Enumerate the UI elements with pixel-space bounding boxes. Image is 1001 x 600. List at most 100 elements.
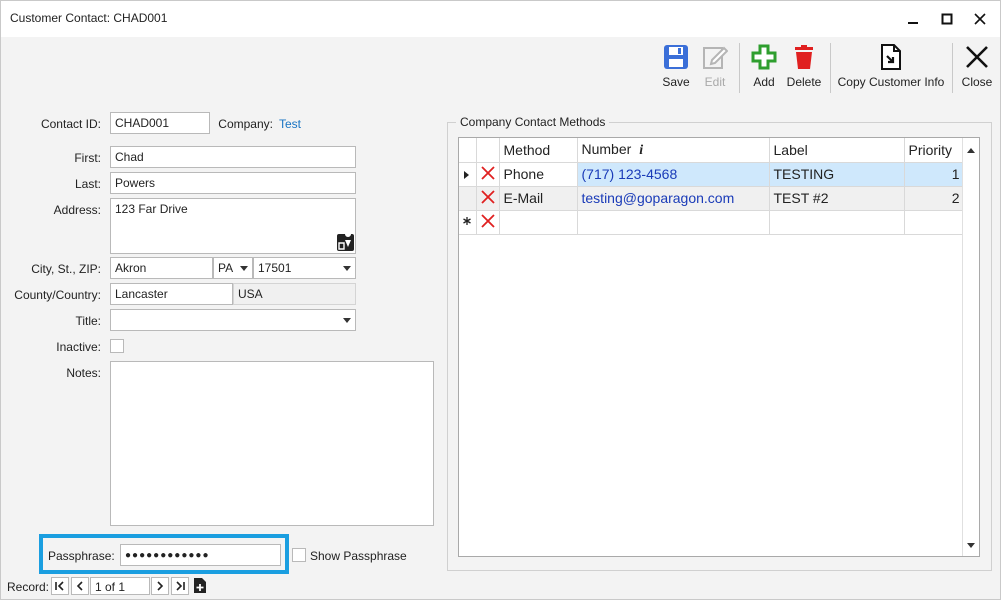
save-button[interactable]: Save (659, 37, 693, 99)
first-label: First: (74, 151, 101, 165)
previous-record-button[interactable] (71, 577, 89, 595)
scroll-down-icon[interactable] (967, 543, 975, 548)
last-label: Last: (74, 177, 101, 191)
delete-row-button[interactable] (476, 186, 500, 211)
column-header-label[interactable]: Label (769, 138, 905, 163)
close-x-icon (966, 46, 988, 68)
trash-icon (795, 45, 813, 69)
plus-icon (751, 44, 777, 70)
number-header-text: Number (581, 140, 632, 157)
title-dropdown[interactable] (110, 309, 356, 331)
record-label: Record: (7, 580, 50, 594)
previous-icon (76, 581, 83, 591)
cell-number[interactable]: testing@goparagon.com (577, 186, 770, 211)
info-icon: i (639, 142, 644, 158)
company-label: Company: (218, 117, 273, 131)
add-label: Add (753, 75, 775, 89)
delete-x-icon (480, 213, 495, 228)
close-label: Close (961, 75, 993, 89)
minimize-button[interactable] (896, 1, 930, 37)
last-record-button[interactable] (171, 577, 189, 595)
address-label: Address: (53, 203, 101, 217)
next-icon (157, 581, 164, 591)
contact-methods-table: Method Number i Label Priority Phone (71… (459, 138, 965, 235)
column-header-number[interactable]: Number i (577, 138, 770, 163)
show-passphrase-label: Show Passphrase (310, 549, 407, 563)
new-row[interactable] (459, 210, 965, 235)
toolbar-separator (830, 43, 831, 93)
cell-priority[interactable]: 2 (904, 186, 965, 211)
first-name-field[interactable]: Chad (110, 146, 356, 168)
address-value: 123 Far Drive (115, 202, 188, 216)
contact-id-field[interactable]: CHAD001 (110, 112, 210, 134)
notes-field[interactable] (110, 361, 434, 526)
edit-icon (703, 46, 728, 69)
zip-dropdown[interactable]: 17501 (253, 257, 356, 279)
new-record-button[interactable] (193, 577, 209, 595)
passphrase-label: Passphrase: (48, 549, 115, 563)
toolbar-separator (952, 43, 953, 93)
delete-column-header (476, 138, 500, 163)
county-field[interactable]: Lancaster (110, 283, 233, 305)
cell-priority[interactable]: 1 (904, 162, 965, 187)
maximize-button[interactable] (930, 1, 964, 37)
record-position-field[interactable]: 1 of 1 (90, 577, 150, 595)
country-field: USA (233, 283, 356, 305)
cell-label[interactable]: TESTING (769, 162, 905, 187)
window-close-button[interactable] (963, 1, 997, 37)
next-record-button[interactable] (151, 577, 169, 595)
current-row-indicator (459, 162, 477, 187)
inactive-checkbox[interactable] (110, 339, 124, 353)
city-field[interactable]: Akron (110, 257, 213, 279)
column-header-method[interactable]: Method (499, 138, 578, 163)
title-bar: Customer Contact: CHAD001 (1, 1, 1000, 37)
delete-row-button[interactable] (476, 162, 500, 187)
company-link[interactable]: Test (279, 117, 301, 131)
cell-method[interactable]: E-Mail (499, 186, 578, 211)
edit-button[interactable]: Edit (699, 37, 731, 99)
address-field[interactable]: 123 Far Drive (110, 198, 356, 254)
show-passphrase-checkbox[interactable] (292, 548, 306, 562)
county-country-label: County/Country: (14, 288, 101, 302)
delete-row-button[interactable] (476, 210, 500, 235)
map-location-button[interactable] (337, 231, 354, 251)
table-row[interactable]: Phone (717) 123-4568 TESTING 1 (459, 162, 965, 187)
first-record-button[interactable] (51, 577, 69, 595)
maximize-icon (941, 13, 953, 25)
close-button[interactable]: Close (959, 37, 995, 99)
last-name-field[interactable]: Powers (110, 172, 356, 194)
first-icon (55, 581, 64, 591)
state-value: PA (218, 261, 234, 275)
company-contact-methods-title: Company Contact Methods (456, 115, 610, 129)
passphrase-field[interactable]: ●●●●●●●●●●●● (120, 544, 281, 566)
chevron-down-icon (240, 266, 248, 271)
scroll-up-icon[interactable] (967, 148, 975, 153)
new-cell-number[interactable] (577, 210, 770, 235)
contact-methods-grid: Method Number i Label Priority Phone (71… (458, 137, 980, 557)
grid-vertical-scrollbar[interactable] (962, 138, 979, 556)
delete-button[interactable]: Delete (784, 37, 824, 99)
table-row[interactable]: E-Mail testing@goparagon.com TEST #2 2 (459, 186, 965, 211)
cell-number[interactable]: (717) 123-4568 (577, 162, 770, 187)
new-cell-priority[interactable] (904, 210, 965, 235)
new-document-icon (194, 578, 206, 593)
title-label: Title: (75, 314, 101, 328)
column-header-priority[interactable]: Priority (904, 138, 965, 163)
inactive-label: Inactive: (56, 340, 101, 354)
notes-label: Notes: (66, 366, 101, 380)
state-dropdown[interactable]: PA (213, 257, 253, 279)
city-state-zip-label: City, St., ZIP: (31, 262, 101, 276)
last-icon (176, 581, 185, 591)
map-pin-icon (338, 231, 352, 250)
table-header-row: Method Number i Label Priority (459, 138, 965, 163)
copy-customer-info-button[interactable]: Copy Customer Info (835, 37, 947, 99)
cell-method[interactable]: Phone (499, 162, 578, 187)
save-label: Save (662, 75, 690, 89)
chevron-down-icon (343, 266, 351, 271)
new-cell-method[interactable] (499, 210, 578, 235)
minimize-icon (908, 22, 918, 24)
add-button[interactable]: Add (749, 37, 779, 99)
new-cell-label[interactable] (769, 210, 905, 235)
zip-value: 17501 (258, 261, 292, 275)
cell-label[interactable]: TEST #2 (769, 186, 905, 211)
